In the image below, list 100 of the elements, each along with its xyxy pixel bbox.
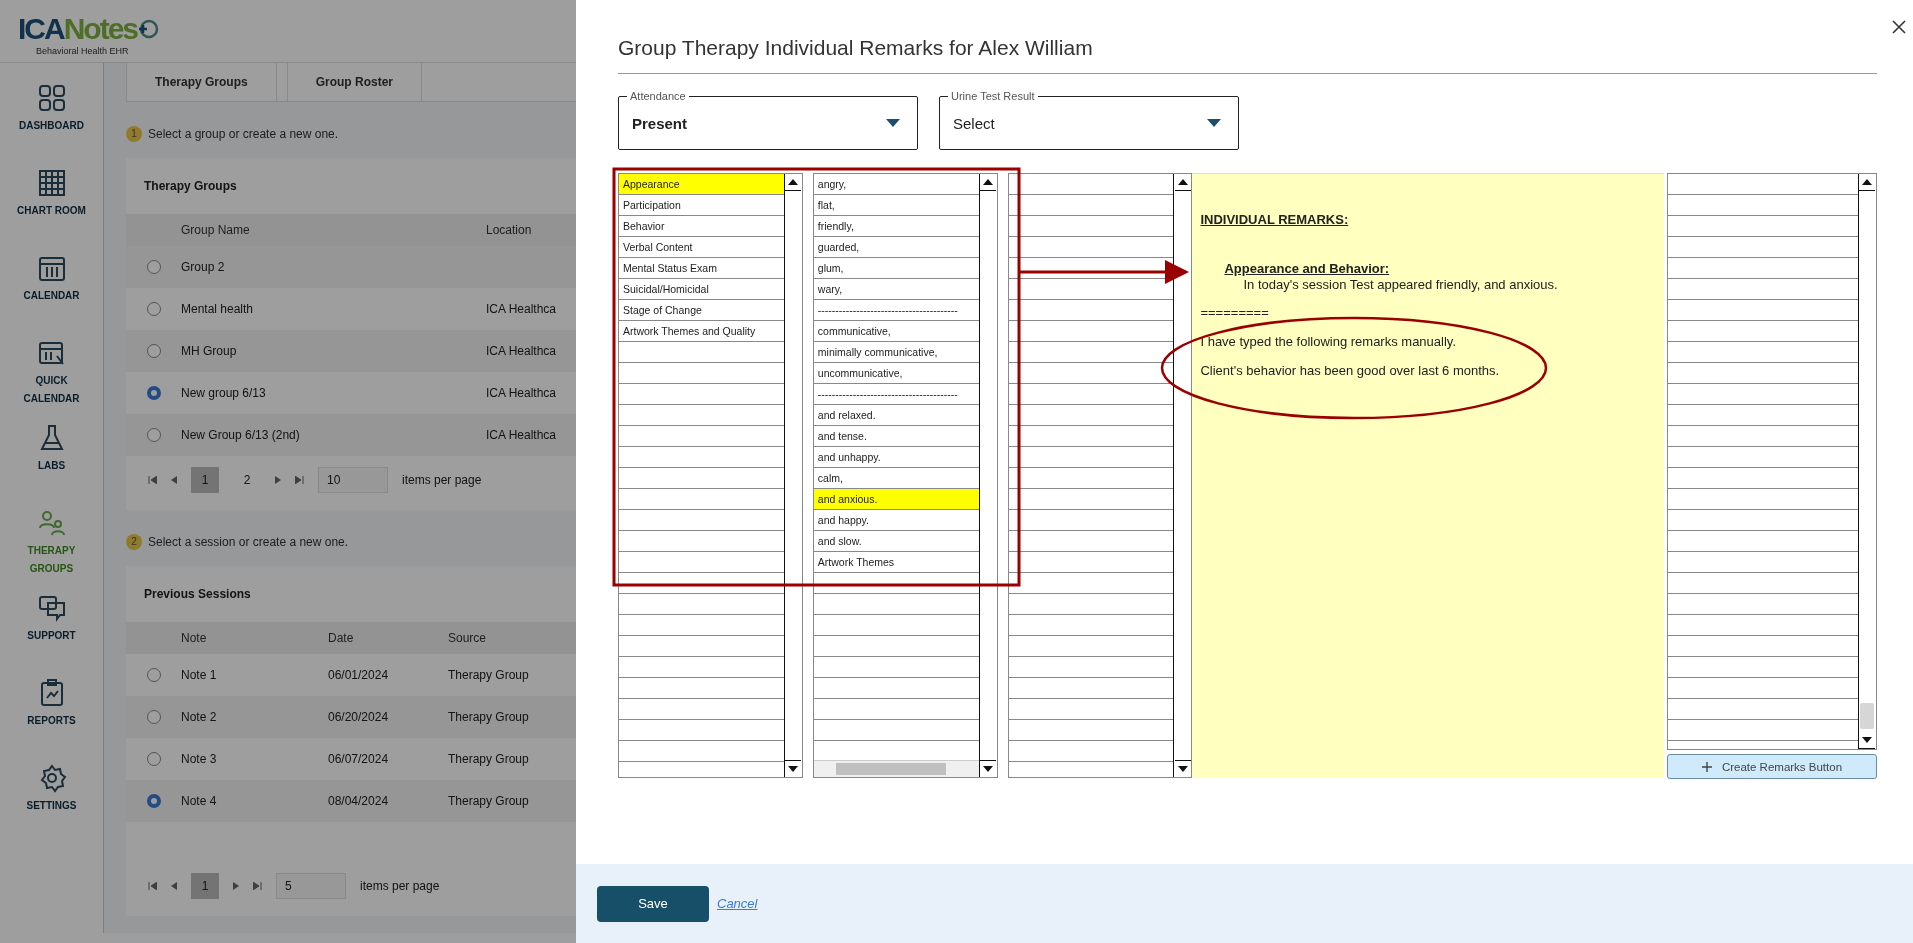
nav-item[interactable]: CALENDAR <box>6 253 97 324</box>
people-icon <box>36 508 67 538</box>
nav-item[interactable]: CHART ROOM <box>6 168 97 239</box>
column-header[interactable]: Location <box>486 223 576 237</box>
list-item[interactable]: Appearance <box>619 174 784 195</box>
column-header[interactable]: Date <box>328 631 448 645</box>
list-item[interactable]: glum, <box>813 258 979 279</box>
table-cell-text: New group 6/13 <box>181 386 267 400</box>
table-cell-text: ICA Healthca <box>486 344 558 358</box>
column-header[interactable]: Source <box>448 631 548 645</box>
vertical-scrollbar[interactable] <box>978 174 997 777</box>
previous-page-icon[interactable] <box>171 476 177 484</box>
list-item[interactable]: friendly, <box>813 216 979 237</box>
list-item[interactable]: wary, <box>813 279 979 300</box>
list-item[interactable]: Participation <box>619 195 784 216</box>
radio-button[interactable] <box>146 386 161 400</box>
radio-button[interactable] <box>146 260 161 274</box>
page-button[interactable]: 1 <box>191 467 219 493</box>
table-cell-text: Therapy Group <box>448 710 530 724</box>
table-cell-text: 06/20/2024 <box>328 710 390 724</box>
separator-text: ========= <box>1200 305 1269 320</box>
step-instruction: Select a group or create a new one. <box>148 127 339 141</box>
radio-button[interactable] <box>146 752 161 766</box>
list-item[interactable]: and relaxed. <box>813 405 979 426</box>
radio-button[interactable] <box>146 344 161 358</box>
scrollbar-thumb[interactable] <box>1860 703 1875 729</box>
list-item[interactable]: Artwork Themes and Quality <box>619 321 784 342</box>
last-page-icon[interactable] <box>295 476 304 484</box>
list-item[interactable]: angry, <box>813 174 979 195</box>
page-button[interactable]: 1 <box>191 873 219 899</box>
nav-item[interactable]: DASHBOARD <box>6 83 97 154</box>
radio-button[interactable] <box>146 302 161 316</box>
nav-item[interactable]: LABS <box>6 423 97 494</box>
nav-item[interactable]: REPORTS <box>6 678 97 749</box>
list-item[interactable]: and unhappy. <box>813 447 979 468</box>
list-item[interactable]: and slow. <box>813 531 979 552</box>
vertical-scrollbar[interactable] <box>1173 174 1192 777</box>
list-item[interactable]: minimally communicative, <box>813 342 979 363</box>
list-item[interactable]: Stage of Change <box>619 300 784 321</box>
nav-item[interactable]: QUICK CALENDAR <box>6 338 97 409</box>
first-page-icon[interactable] <box>148 882 157 890</box>
table-cell-text: ICA Healthca <box>486 428 558 442</box>
horizontal-scrollbar[interactable] <box>813 760 979 777</box>
page-button[interactable]: 2 <box>233 467 261 493</box>
per-page-label: items per page <box>402 473 482 487</box>
plus-icon <box>1701 761 1712 772</box>
list-item[interactable]: and tense. <box>813 426 979 447</box>
list-item[interactable]: Verbal Content <box>619 237 784 258</box>
per-page-dropdown[interactable]: 10 <box>318 467 388 493</box>
scrollbar-thumb[interactable] <box>835 763 946 775</box>
list-item[interactable]: and anxious. <box>813 489 979 510</box>
table-cell-text: 08/04/2024 <box>328 794 390 808</box>
close-icon[interactable] <box>1892 20 1906 34</box>
remark-text: In today's session Test appeared friendly, and anxious. <box>1242 277 1558 292</box>
list-item[interactable]: Mental Status Exam <box>619 258 784 279</box>
list-item[interactable]: flat, <box>813 195 979 216</box>
tab[interactable]: Therapy Groups <box>126 63 277 101</box>
list-item[interactable]: guarded, <box>813 237 979 258</box>
next-page-icon[interactable] <box>233 882 239 890</box>
radio-button[interactable] <box>146 794 161 808</box>
table-cell-text: 06/07/2024 <box>328 752 390 766</box>
column-header[interactable]: Group Name <box>181 223 486 237</box>
cancel-link[interactable]: Cancel <box>717 896 758 911</box>
nav-item[interactable]: SUPPORT <box>6 593 97 664</box>
radio-button[interactable] <box>146 428 161 442</box>
radio-button[interactable] <box>146 668 161 682</box>
caret-icon <box>1207 119 1221 127</box>
table-cell-text: Note 4 <box>181 794 218 808</box>
previous-page-icon[interactable] <box>171 882 177 890</box>
list-item[interactable]: ---------------------------------------- <box>813 300 979 321</box>
column-header[interactable]: Note <box>181 631 328 645</box>
vertical-scrollbar[interactable] <box>1858 174 1876 749</box>
radio-button[interactable] <box>146 710 161 724</box>
table-cell-text: ICA Healthca <box>486 302 558 316</box>
save-button[interactable]: Save <box>597 885 709 922</box>
table-cell-text: Therapy Group <box>448 794 530 808</box>
plus-circle-icon <box>137 18 160 40</box>
dialog-title: Group Therapy Individual Remarks for Alex William <box>618 36 1877 74</box>
logo: ICANotes <box>18 12 138 46</box>
tab[interactable]: Group Roster <box>286 63 423 101</box>
table-cell-text: Therapy Group <box>448 752 530 766</box>
remarks-heading: INDIVIDUAL REMARKS: <box>1200 212 1349 227</box>
last-page-icon[interactable] <box>253 882 262 890</box>
table-cell-text: New Group 6/13 (2nd) <box>181 428 301 442</box>
create-remarks-button[interactable]: Create Remarks Button <box>1667 754 1877 779</box>
nav-item[interactable]: SETTINGS <box>6 763 97 834</box>
step-number: 2 <box>126 534 142 550</box>
list-item[interactable]: communicative, <box>813 321 979 342</box>
list-item[interactable]: Artwork Themes <box>813 552 979 573</box>
list-item[interactable]: ---------------------------------------- <box>813 384 979 405</box>
list-item[interactable]: Suicidal/Homicidal <box>619 279 784 300</box>
first-page-icon[interactable] <box>148 476 157 484</box>
table-cell-text: Note 1 <box>181 668 218 682</box>
next-page-icon[interactable] <box>275 476 281 484</box>
step-instruction: Select a session or create a new one. <box>148 535 349 549</box>
per-page-dropdown[interactable]: 5 <box>276 873 346 899</box>
list-item[interactable]: and happy. <box>813 510 979 531</box>
list-item[interactable]: Behavior <box>619 216 784 237</box>
vertical-scrollbar[interactable] <box>783 174 802 777</box>
list-item[interactable]: uncommunicative, <box>813 363 979 384</box>
